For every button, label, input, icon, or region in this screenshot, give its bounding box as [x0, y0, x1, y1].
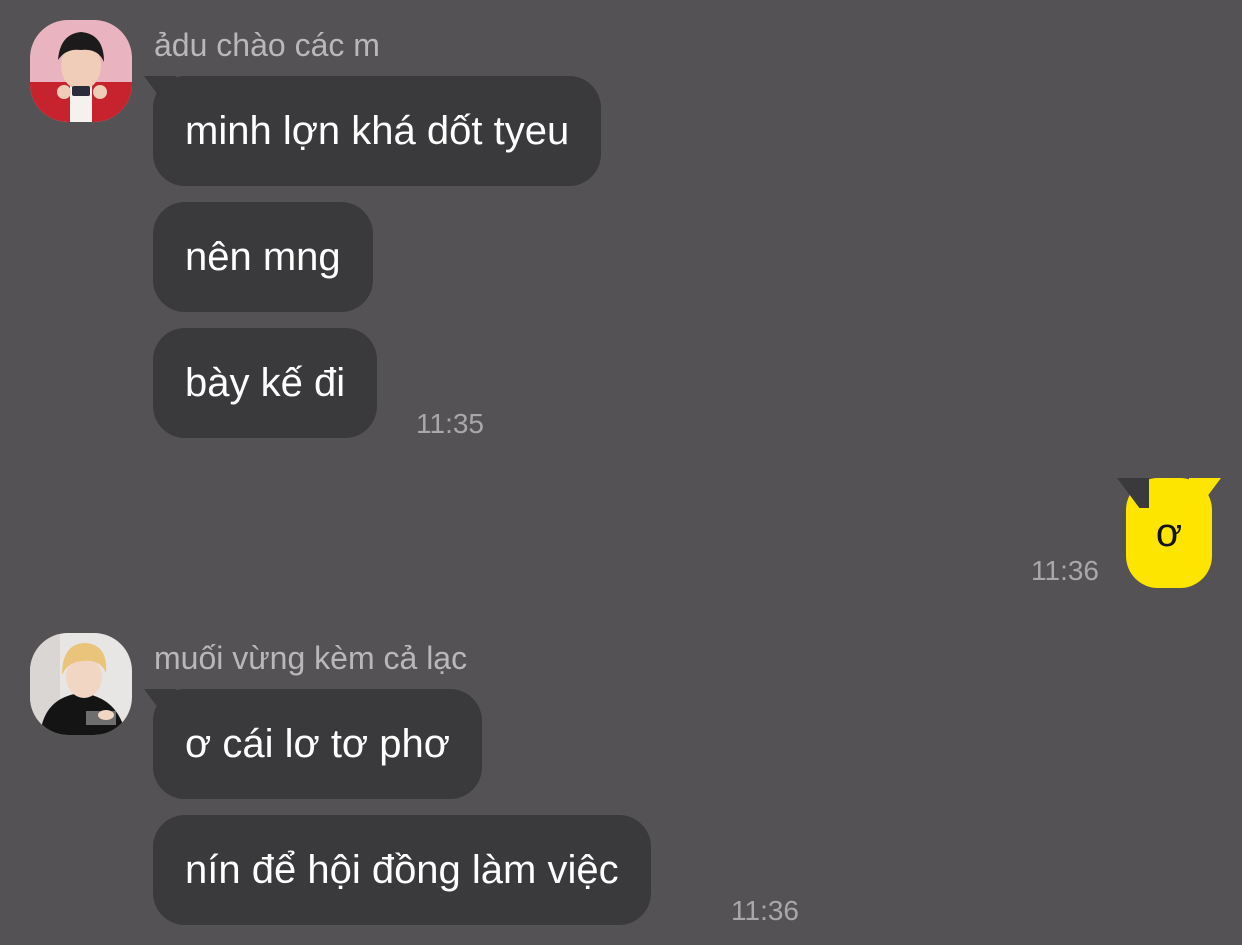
message-bubble[interactable]: ơ cái lơ tơ phơ	[153, 689, 482, 799]
sender-name: muối vừng kèm cả lạc	[154, 640, 468, 676]
message-bubble[interactable]: nín để hội đồng làm việc	[153, 815, 651, 925]
message-timestamp: 11:35	[416, 408, 484, 439]
sender-avatar[interactable]	[30, 633, 132, 735]
sender-avatar[interactable]	[30, 20, 132, 122]
sender-name: ảdu chào các m	[154, 27, 380, 63]
message-bubble[interactable]: nên mng	[153, 202, 373, 312]
my-message-bubble[interactable]: ơ	[1126, 478, 1212, 588]
message-timestamp: 11:36	[731, 895, 799, 926]
avatar-photo-icon	[30, 633, 132, 735]
message-bubble[interactable]: bày kế đi	[153, 328, 378, 438]
avatar-photo-icon	[30, 20, 132, 122]
message-bubble[interactable]: minh lợn khá dốt tyeu	[153, 76, 602, 186]
message-timestamp: 11:36	[1031, 555, 1099, 586]
